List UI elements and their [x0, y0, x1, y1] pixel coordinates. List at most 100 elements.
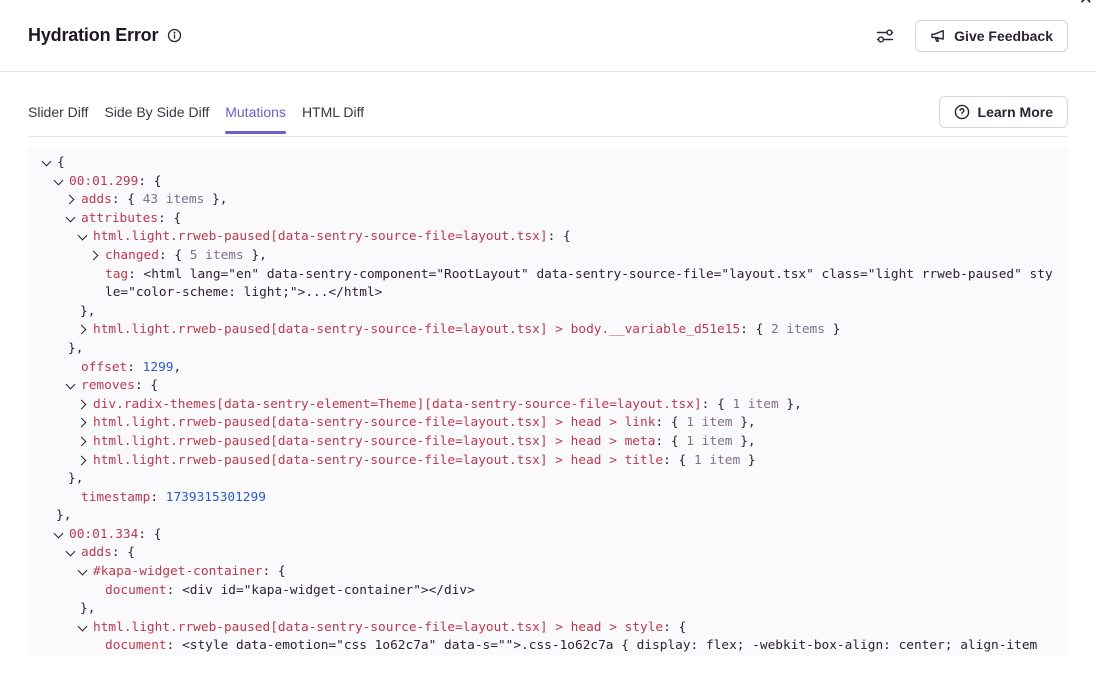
close-icon[interactable]: ✕: [1079, 0, 1093, 9]
token-key: #kapa-widget-container: [93, 564, 263, 579]
chevron-down-icon[interactable]: [40, 154, 57, 173]
chevron-spacer: [88, 266, 105, 285]
token-key: adds: [81, 192, 112, 207]
token-count: 1 item: [694, 453, 740, 468]
learn-more-button[interactable]: Learn More: [939, 96, 1068, 128]
token-key: html.light.rrweb-paused[data-sentry-sour…: [93, 322, 740, 337]
token-punct: : {: [112, 545, 135, 560]
chevron-down-icon[interactable]: [76, 228, 93, 247]
token-punct: }: [825, 322, 840, 337]
tree-row: 00:01.299: {: [40, 173, 1056, 192]
tab-mutations[interactable]: Mutations: [225, 102, 286, 122]
token-punct: : {: [135, 378, 158, 393]
tree-row: },: [40, 303, 1056, 322]
token-punct: :: [167, 583, 182, 598]
chevron-down-icon[interactable]: [64, 377, 81, 396]
token-key: html.light.rrweb-paused[data-sentry-sour…: [93, 434, 655, 449]
give-feedback-button[interactable]: Give Feedback: [915, 20, 1068, 52]
mutations-panel: { 00:01.299: { adds: { 43 items }, attri…: [28, 147, 1068, 655]
megaphone-icon: [930, 28, 946, 44]
token-punct: :: [128, 267, 143, 282]
token-count: 5 items: [190, 248, 244, 263]
token-punct: : {: [655, 415, 686, 430]
page-title: Hydration Error: [28, 25, 158, 46]
tree-row: document: <div id="kapa-widget-container…: [40, 582, 1056, 601]
chevron-spacer: [64, 489, 81, 508]
question-circle-icon: [954, 104, 970, 120]
token-key: adds: [81, 545, 112, 560]
token-key: html.light.rrweb-paused[data-sentry-sour…: [93, 620, 663, 635]
token-key: html.light.rrweb-paused[data-sentry-sour…: [93, 229, 548, 244]
tree-row: html.light.rrweb-paused[data-sentry-sour…: [40, 619, 1056, 638]
token-key: div.radix-themes[data-sentry-element=The…: [93, 397, 702, 412]
mutation-tree: { 00:01.299: { adds: { 43 items }, attri…: [40, 154, 1056, 655]
tree-row: },: [40, 340, 1056, 359]
tree-row: },: [40, 600, 1056, 619]
token-text: <div id="kapa-widget-container"></div>: [182, 583, 475, 598]
token-punct: : {: [158, 211, 181, 226]
token-punct: },: [68, 341, 83, 356]
tree-row: 00:01.334: {: [40, 526, 1056, 545]
token-punct: },: [204, 192, 227, 207]
token-punct: {: [57, 155, 65, 170]
chevron-right-icon[interactable]: [76, 414, 93, 433]
chevron-right-icon[interactable]: [76, 396, 93, 415]
chevron-spacer: [88, 637, 105, 655]
token-key: document: [105, 638, 167, 653]
tab-side-by-side-diff[interactable]: Side By Side Diff: [104, 102, 209, 122]
tree-row: },: [40, 507, 1056, 526]
token-text: <html lang="en" data-sentry-component="R…: [105, 267, 1053, 301]
token-num: 1299: [143, 360, 174, 375]
chevron-down-icon[interactable]: [52, 526, 69, 545]
chevron-right-icon[interactable]: [76, 433, 93, 452]
chevron-right-icon[interactable]: [76, 321, 93, 340]
tree-row: html.light.rrweb-paused[data-sentry-sour…: [40, 433, 1056, 452]
chevron-spacer: [88, 582, 105, 601]
token-key: attributes: [81, 211, 158, 226]
chevron-down-icon[interactable]: [52, 173, 69, 192]
token-punct: },: [732, 415, 755, 430]
sliders-icon: [875, 26, 895, 46]
token-punct: },: [732, 434, 755, 449]
token-punct: : {: [263, 564, 286, 579]
chevron-right-icon[interactable]: [64, 191, 81, 210]
chevron-spacer: [64, 359, 81, 378]
token-key: timestamp: [81, 490, 150, 505]
tab-slider-diff[interactable]: Slider Diff: [28, 102, 88, 122]
token-count: 1 item: [686, 415, 732, 430]
token-punct: : {: [548, 229, 571, 244]
settings-sliders-button[interactable]: [873, 24, 897, 48]
token-punct: : {: [138, 527, 161, 542]
token-punct: :: [167, 638, 182, 653]
token-punct: },: [779, 397, 802, 412]
token-punct: :: [127, 360, 142, 375]
token-punct: : {: [740, 322, 771, 337]
token-key: changed: [105, 248, 159, 263]
tabs-divider: [28, 136, 1068, 137]
info-circle-icon[interactable]: [167, 28, 182, 43]
chevron-right-icon[interactable]: [76, 452, 93, 471]
tab-html-diff[interactable]: HTML Diff: [302, 102, 364, 122]
chevron-right-icon[interactable]: [88, 247, 105, 266]
tree-row: attributes: {: [40, 210, 1056, 229]
token-key: document: [105, 583, 167, 598]
token-count: 2 items: [771, 322, 825, 337]
tree-row: html.light.rrweb-paused[data-sentry-sour…: [40, 452, 1056, 471]
token-key: offset: [81, 360, 127, 375]
tree-row: html.light.rrweb-paused[data-sentry-sour…: [40, 228, 1056, 247]
tree-row: tag: <html lang="en" data-sentry-compone…: [40, 266, 1056, 303]
tree-row: timestamp: 1739315301299: [40, 489, 1056, 508]
chevron-down-icon[interactable]: [76, 563, 93, 582]
token-key: removes: [81, 378, 135, 393]
token-count: 43 items: [143, 192, 205, 207]
token-punct: },: [244, 248, 267, 263]
tree-row: {: [40, 154, 1056, 173]
chevron-down-icon[interactable]: [76, 619, 93, 638]
tabs-section: Slider Diff Side By Side Diff Mutations HTM…: [0, 88, 1096, 137]
token-punct: : {: [702, 397, 733, 412]
token-count: 1 item: [686, 434, 732, 449]
chevron-down-icon[interactable]: [64, 210, 81, 229]
token-key: 00:01.334: [69, 527, 138, 542]
give-feedback-label: Give Feedback: [954, 28, 1053, 44]
chevron-down-icon[interactable]: [64, 544, 81, 563]
